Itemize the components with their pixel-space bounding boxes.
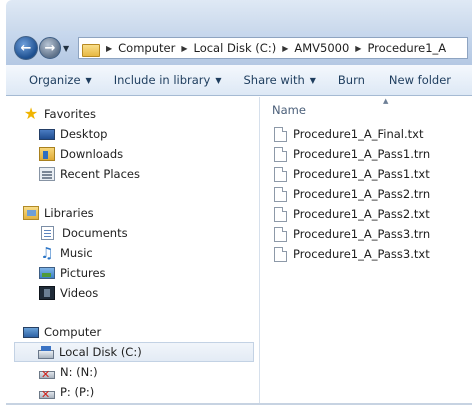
breadcrumb: ▶ Computer ▶ Local Disk (C:) ▶ AMV5000 ▶… (100, 41, 446, 55)
file-item[interactable]: Procedure1_A_Pass3.txt (274, 244, 430, 264)
sidebar-item-documents[interactable]: Documents (41, 223, 128, 243)
caret-down-icon: ▼ (215, 75, 222, 85)
forward-arrow-icon[interactable]: → (39, 37, 61, 59)
organize-button[interactable]: Organize ▼ (29, 73, 92, 87)
navigation-bar: ← → ▼ ▶ Computer ▶ Local Disk (C:) ▶ AMV… (6, 31, 472, 65)
column-header-name[interactable]: Name (272, 103, 306, 117)
sidebar-item-pictures[interactable]: Pictures (39, 263, 106, 283)
sidebar-item-label: Music (60, 246, 93, 260)
sidebar-libraries[interactable]: Libraries (23, 203, 94, 223)
pictures-icon (39, 267, 55, 279)
videos-icon (39, 286, 55, 300)
music-note-icon: ♫ (40, 244, 54, 262)
sidebar-group-label: Computer (44, 325, 102, 339)
address-bar[interactable]: ▶ Computer ▶ Local Disk (C:) ▶ AMV5000 ▶… (78, 37, 468, 59)
sort-ascending-icon: ▲ (383, 97, 389, 105)
sidebar-item-label: Videos (60, 286, 99, 300)
caret-down-icon: ▼ (309, 75, 316, 85)
sidebar-item-recent-places[interactable]: Recent Places (39, 164, 140, 184)
file-name: Procedure1_A_Pass2.trn (293, 187, 431, 201)
sidebar-item-label: Pictures (60, 266, 106, 280)
chevron-right-icon[interactable]: ▶ (106, 44, 112, 53)
file-list-pane: ▲ Name Procedure1_A_Final.txt Procedure1… (261, 97, 472, 405)
file-name: Procedure1_A_Pass3.txt (293, 247, 430, 261)
sidebar-item-desktop[interactable]: Desktop (39, 124, 107, 144)
sidebar-item-downloads[interactable]: Downloads (39, 144, 123, 164)
sidebar-item-label: Local Disk (C:) (59, 345, 142, 359)
file-item[interactable]: Procedure1_A_Pass1.trn (274, 144, 430, 164)
file-item[interactable]: Procedure1_A_Pass2.trn (274, 184, 430, 204)
sidebar-item-label: Desktop (60, 127, 108, 141)
caret-down-icon: ▼ (85, 75, 92, 85)
sidebar-item-label: P: (P:) (60, 385, 95, 399)
sidebar-item-local-disk[interactable]: Local Disk (C:) (14, 342, 254, 362)
chevron-right-icon[interactable]: ▶ (355, 44, 361, 53)
downloads-icon (39, 147, 55, 161)
sidebar-group-label: Favorites (44, 107, 96, 121)
include-in-library-button[interactable]: Include in library ▼ (114, 73, 222, 87)
file-name: Procedure1_A_Final.txt (293, 127, 424, 141)
file-icon (274, 146, 287, 162)
chevron-right-icon[interactable]: ▶ (282, 44, 288, 53)
sidebar-item-label: N: (N:) (60, 365, 98, 379)
sidebar-computer[interactable]: Computer (23, 322, 101, 342)
sidebar-item-n-drive[interactable]: N: (N:) (39, 362, 98, 382)
share-with-label: Share with (243, 73, 305, 87)
include-in-library-label: Include in library (113, 73, 211, 87)
text-file-icon (274, 126, 287, 142)
file-item[interactable]: Procedure1_A_Pass3.trn (274, 224, 430, 244)
desktop-icon (39, 129, 55, 140)
recent-places-icon (39, 167, 55, 181)
sidebar-favorites[interactable]: ★ Favorites (23, 104, 96, 124)
libraries-icon (23, 206, 39, 220)
recent-pages-dropdown-icon[interactable]: ▼ (63, 44, 69, 53)
star-icon: ★ (23, 104, 39, 123)
breadcrumb-computer[interactable]: Computer (118, 41, 175, 55)
text-file-icon (274, 166, 287, 182)
disconnected-network-drive-icon (39, 370, 55, 380)
chevron-right-icon[interactable]: ▶ (181, 44, 187, 53)
burn-button[interactable]: Burn (338, 73, 365, 87)
organize-label: Organize (29, 73, 81, 87)
folder-icon (82, 41, 100, 57)
file-icon (274, 226, 287, 242)
sidebar-group-label: Libraries (44, 206, 94, 220)
computer-icon (23, 326, 39, 338)
documents-icon (41, 226, 54, 240)
sidebar-item-videos[interactable]: Videos (39, 283, 98, 303)
sidebar-item-p-drive[interactable]: P: (P:) (39, 382, 94, 402)
breadcrumb-local-disk[interactable]: Local Disk (C:) (193, 41, 276, 55)
new-folder-button[interactable]: New folder (389, 73, 451, 87)
file-item[interactable]: Procedure1_A_Pass2.txt (274, 204, 430, 224)
disconnected-network-drive-icon (39, 390, 55, 400)
breadcrumb-procedure1-a[interactable]: Procedure1_A (367, 41, 446, 55)
file-item[interactable]: Procedure1_A_Final.txt (274, 124, 423, 144)
file-name: Procedure1_A_Pass1.txt (293, 167, 430, 181)
navigation-pane: ★ Favorites Desktop Downloads Recent Pla… (6, 97, 260, 405)
window-title-bar (6, 0, 472, 31)
hard-disk-icon (38, 345, 54, 359)
sidebar-item-music[interactable]: ♫ Music (39, 243, 93, 263)
text-file-icon (274, 246, 287, 262)
command-toolbar: Organize ▼ Include in library ▼ Share wi… (6, 65, 472, 96)
file-name: Procedure1_A_Pass1.trn (293, 147, 431, 161)
back-arrow-icon[interactable]: ← (14, 36, 38, 60)
breadcrumb-amv5000[interactable]: AMV5000 (294, 41, 349, 55)
sidebar-item-label: Documents (62, 226, 128, 240)
file-name: Procedure1_A_Pass2.txt (293, 207, 430, 221)
text-file-icon (274, 206, 287, 222)
sidebar-item-label: Downloads (60, 147, 124, 161)
file-item[interactable]: Procedure1_A_Pass1.txt (274, 164, 430, 184)
share-with-button[interactable]: Share with ▼ (244, 73, 316, 87)
file-name: Procedure1_A_Pass3.trn (293, 227, 431, 241)
sidebar-item-label: Recent Places (60, 167, 140, 181)
file-icon (274, 186, 287, 202)
